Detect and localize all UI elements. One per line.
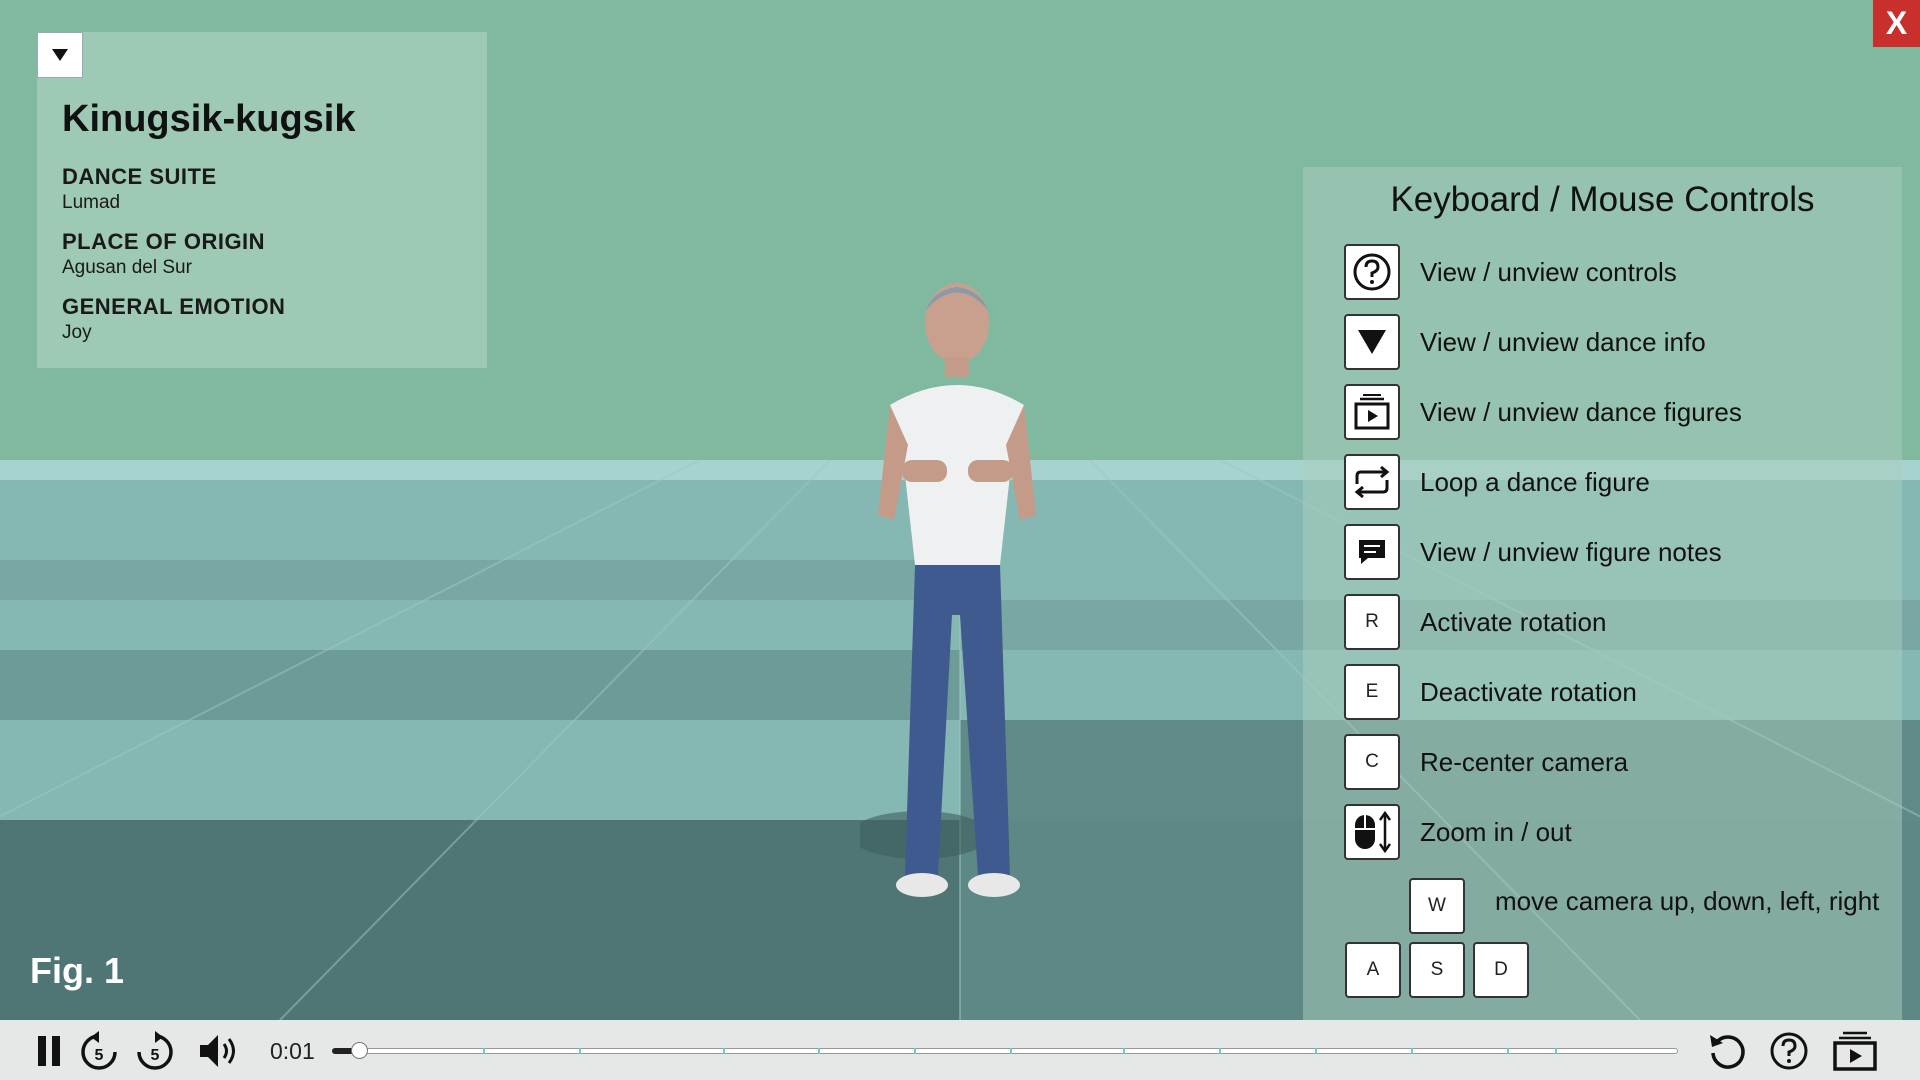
- figure-label: Fig. 1: [30, 950, 125, 991]
- key-a: A: [1345, 942, 1401, 998]
- control-label: Zoom in / out: [1420, 816, 1572, 847]
- info-value: Agusan del Sur: [62, 257, 192, 278]
- volume-button[interactable]: [196, 1030, 244, 1072]
- control-row: View / unview dance info: [1344, 313, 1706, 371]
- triangle-down-icon: [1344, 314, 1400, 370]
- control-label: Deactivate rotation: [1420, 676, 1637, 707]
- rewind-5-icon: 5: [81, 1031, 117, 1070]
- control-row: E Deactivate rotation: [1344, 663, 1637, 721]
- pause-button[interactable]: [28, 1030, 70, 1072]
- key-d: D: [1473, 942, 1529, 998]
- control-row: View / unview dance figures: [1344, 383, 1742, 441]
- key-c: C: [1344, 734, 1400, 790]
- replay-button[interactable]: [1707, 1030, 1749, 1072]
- figure-marker[interactable]: [579, 1048, 581, 1054]
- control-label: View / unview dance info: [1420, 326, 1706, 357]
- forward-5-button[interactable]: 5: [134, 1030, 176, 1072]
- control-label: View / unview controls: [1420, 256, 1677, 287]
- notes-icon: [1344, 524, 1400, 580]
- key-r: R: [1344, 594, 1400, 650]
- control-label: Loop a dance figure: [1420, 466, 1650, 497]
- move-camera-label: move camera up, down, left, right: [1495, 886, 1880, 916]
- figure-marker[interactable]: [1507, 1048, 1509, 1054]
- triangle-down-icon: [52, 49, 68, 61]
- info-value: Joy: [62, 322, 92, 343]
- dance-title: Kinugsik-kugsik: [62, 98, 356, 140]
- info-field-origin: PLACE OF ORIGIN Agusan del Sur: [62, 229, 265, 279]
- close-button[interactable]: X: [1873, 0, 1920, 47]
- control-row: R Activate rotation: [1344, 593, 1606, 651]
- control-row: View / unview figure notes: [1344, 523, 1722, 581]
- pause-icon: [38, 1036, 60, 1066]
- dancer-avatar[interactable]: [850, 275, 1060, 920]
- info-value: Lumad: [62, 192, 121, 213]
- figure-marker[interactable]: [1315, 1048, 1317, 1054]
- loop-icon: [1344, 454, 1400, 510]
- info-label: DANCE SUITE: [62, 164, 217, 189]
- volume-icon: [200, 1035, 235, 1067]
- mouse-scroll-icon: [1344, 804, 1400, 860]
- figure-marker[interactable]: [818, 1048, 820, 1054]
- figures-icon: [1344, 384, 1400, 440]
- info-field-suite: DANCE SUITE Lumad: [62, 164, 217, 214]
- figure-marker[interactable]: [1010, 1048, 1012, 1054]
- control-label: Re-center camera: [1420, 746, 1629, 777]
- forward-5-icon: 5: [137, 1031, 173, 1070]
- forward-seconds: 5: [151, 1047, 160, 1064]
- figure-marker[interactable]: [723, 1048, 725, 1054]
- control-row: Loop a dance figure: [1344, 453, 1650, 511]
- help-icon: [1770, 1032, 1808, 1070]
- figure-marker[interactable]: [914, 1048, 916, 1054]
- seek-handle[interactable]: [350, 1042, 368, 1059]
- figure-marker[interactable]: [1123, 1048, 1125, 1054]
- rewind-seconds: 5: [95, 1047, 104, 1064]
- control-label: View / unview figure notes: [1420, 536, 1722, 567]
- seek-bar[interactable]: [332, 1048, 1678, 1054]
- key-w: W: [1409, 878, 1465, 934]
- figure-marker[interactable]: [1555, 1048, 1557, 1054]
- info-label: PLACE OF ORIGIN: [62, 229, 266, 254]
- figure-marker[interactable]: [483, 1048, 485, 1054]
- rewind-5-button[interactable]: 5: [78, 1030, 120, 1072]
- figure-marker[interactable]: [1411, 1048, 1413, 1054]
- replay-icon: [1710, 1035, 1745, 1069]
- controls-title: Keyboard / Mouse Controls: [1390, 180, 1815, 219]
- info-field-emotion: GENERAL EMOTION Joy: [62, 294, 285, 344]
- info-label: GENERAL EMOTION: [62, 294, 286, 319]
- control-row: C Re-center camera: [1344, 733, 1628, 791]
- dance-figures-button[interactable]: [1830, 1030, 1880, 1072]
- question-icon: [1344, 244, 1400, 300]
- key-e: E: [1344, 664, 1400, 720]
- current-time: 0:01: [270, 1038, 315, 1064]
- help-button[interactable]: [1768, 1030, 1810, 1072]
- figures-icon: [1833, 1031, 1877, 1071]
- control-row: View / unview controls: [1344, 243, 1677, 301]
- control-row: Zoom in / out: [1344, 803, 1572, 861]
- control-label: View / unview dance figures: [1420, 396, 1742, 427]
- key-s: S: [1409, 942, 1465, 998]
- figure-marker[interactable]: [1219, 1048, 1221, 1054]
- toggle-dance-info-button[interactable]: [37, 32, 83, 78]
- control-label: Activate rotation: [1420, 606, 1607, 637]
